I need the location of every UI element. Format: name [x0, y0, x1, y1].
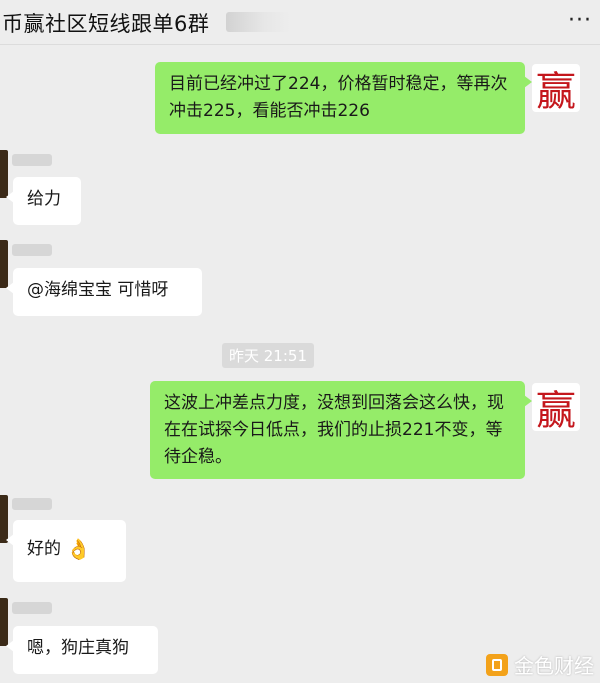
sender-name-blurred: [12, 602, 52, 614]
timestamp: 昨天 21:51: [222, 343, 314, 368]
avatar-logo: 赢: [536, 69, 576, 115]
message-bubble-incoming[interactable]: 好的 👌: [6, 520, 126, 582]
blurred-title-tail: [226, 12, 290, 32]
message-text: 这波上冲差点力度，没想到回落会这么快，现在在试探今日低点，我们的止损221不变，…: [164, 393, 504, 467]
sender-name-blurred: [12, 154, 52, 166]
message-text: @海绵宝宝 可惜呀: [27, 280, 169, 300]
message-bubble-incoming[interactable]: 给力: [6, 177, 81, 225]
message-bubble-outgoing[interactable]: 这波上冲差点力度，没想到回落会这么快，现在在试探今日低点，我们的止损221不变，…: [150, 381, 532, 479]
sender-name-blurred: [12, 244, 52, 256]
more-icon[interactable]: ···: [568, 8, 592, 33]
ok-hand-emoji-icon: 👌: [66, 537, 92, 561]
message-bubble-incoming[interactable]: @海绵宝宝 可惜呀: [6, 268, 202, 316]
jinse-logo-icon: [486, 653, 508, 676]
message-bubble-incoming[interactable]: 嗯，狗庄真狗: [6, 626, 158, 674]
watermark: 金色财经: [486, 650, 594, 679]
avatar[interactable]: 赢: [532, 383, 580, 434]
chat-title: 币赢社区短线跟单6群: [2, 12, 210, 36]
chat-header: 币赢社区短线跟单6群 ···: [0, 0, 600, 45]
avatar[interactable]: [0, 240, 8, 288]
avatar[interactable]: [0, 598, 8, 646]
avatar[interactable]: 赢: [532, 64, 580, 115]
watermark-text: 金色财经: [514, 654, 594, 678]
message-text: 嗯，狗庄真狗: [27, 638, 129, 658]
message-bubble-outgoing[interactable]: 目前已经冲过了224，价格暂时稳定，等再次冲击225，看能否冲击226: [155, 62, 532, 134]
avatar-logo: 赢: [536, 388, 576, 434]
sender-name-blurred: [12, 498, 52, 510]
message-text: 好的: [27, 539, 61, 559]
message-text: 目前已经冲过了224，价格暂时稳定，等再次冲击225，看能否冲击226: [169, 74, 508, 121]
message-text: 给力: [27, 189, 61, 209]
